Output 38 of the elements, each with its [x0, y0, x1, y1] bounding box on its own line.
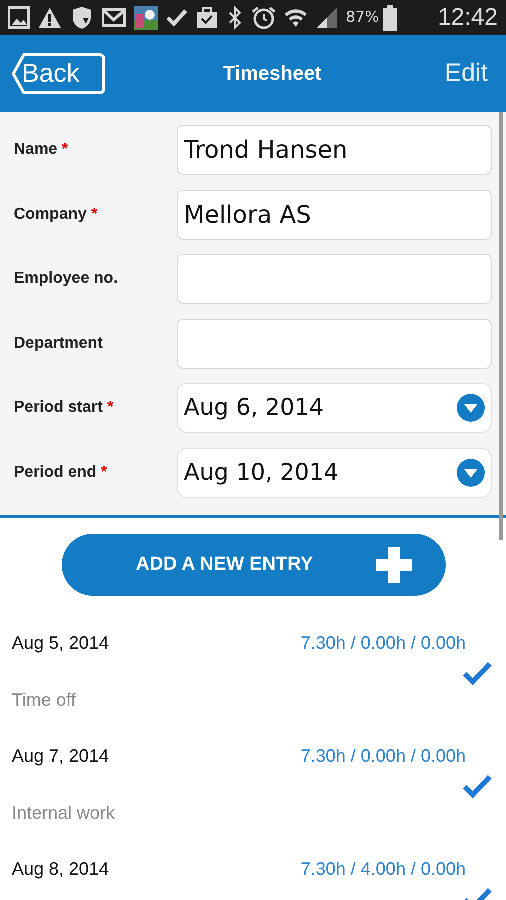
plus-icon — [376, 547, 412, 583]
edit-button[interactable]: Edit — [438, 54, 494, 92]
warning-icon — [38, 6, 62, 30]
field-label: Period end * — [14, 462, 108, 483]
date-picker[interactable]: Aug 6, 2014 — [177, 383, 492, 434]
field-label: Employee no. — [14, 269, 120, 290]
add-entry-button[interactable]: ADD A NEW ENTRY — [62, 534, 446, 596]
input-field[interactable]: Mellora AS — [177, 190, 492, 240]
input-field[interactable]: Trond Hansen — [177, 125, 492, 176]
input-field[interactable] — [177, 254, 492, 304]
page-title: Timesheet — [223, 62, 322, 86]
entry-hours: 7.30h / 0.00h / 0.00h — [300, 745, 466, 768]
field-label: Company * — [14, 204, 99, 225]
battery-percent: 87% — [346, 7, 380, 28]
alarm-icon — [252, 6, 276, 30]
app-icon — [134, 6, 158, 30]
dropdown-icon — [457, 458, 485, 487]
shield-icon — [70, 6, 94, 30]
field-label: Department — [14, 334, 104, 354]
field-label: Name * — [14, 140, 70, 160]
entry-date: Aug 5, 2014 — [12, 632, 110, 655]
mail-icon — [102, 6, 126, 30]
battery-icon — [383, 4, 398, 30]
input-field[interactable] — [177, 318, 492, 369]
clock: 12:42 — [438, 2, 498, 32]
entry-date: Aug 8, 2014 — [12, 858, 110, 881]
entry-description: Internal work — [12, 802, 116, 825]
entry-hours: 7.30h / 4.00h / 0.00h — [300, 858, 466, 881]
image-icon — [8, 6, 30, 30]
dropdown-icon — [457, 394, 485, 422]
signal-icon — [316, 6, 338, 30]
entry-description: Time off — [12, 689, 76, 712]
date-picker[interactable]: Aug 10, 2014 — [177, 448, 492, 498]
briefcase-icon — [196, 6, 218, 30]
entry-hours: 7.30h / 0.00h / 0.00h — [300, 632, 466, 655]
entry-date: Aug 7, 2014 — [12, 745, 110, 768]
field-label: Period start * — [14, 398, 115, 418]
back-button[interactable]: Back — [12, 52, 106, 94]
